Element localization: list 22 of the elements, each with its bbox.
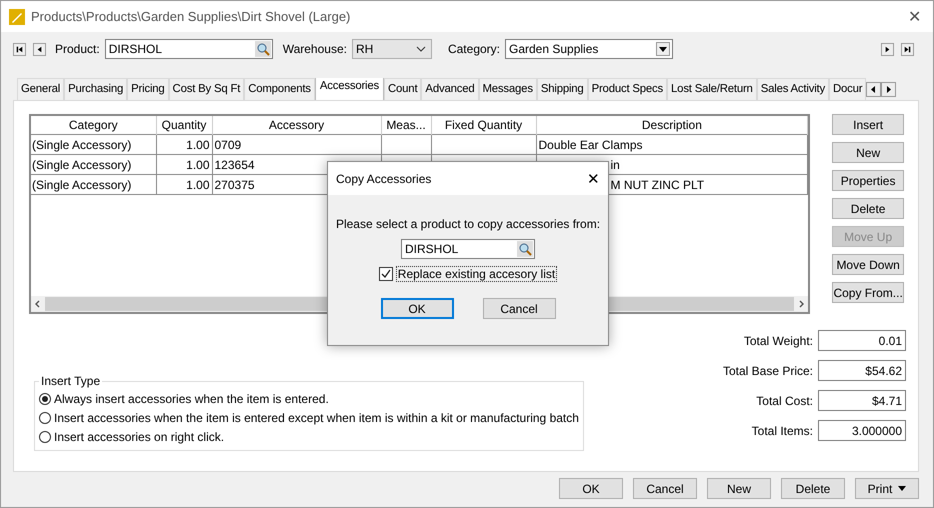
category-label: Category: (448, 42, 500, 56)
table-cell: 1.00 (156, 154, 212, 174)
total-field: 3.000000 (818, 420, 906, 441)
total-field: $54.62 (818, 360, 906, 381)
total-label: Total Weight: (744, 334, 813, 348)
table-cell: (Single Accessory) (31, 154, 156, 174)
table-cell: (Single Accessory) (31, 174, 156, 194)
total-field: $4.71 (818, 390, 906, 411)
group-title: Insert Type (40, 374, 102, 388)
table-cell: 0709 (212, 134, 381, 154)
total-label: Total Items: (752, 424, 813, 438)
table-cell: Double Ear Clamps (536, 134, 808, 154)
table-cell: 1.00 (156, 174, 212, 194)
total-label: Total Base Price: (722, 364, 813, 378)
total-field: 0.01 (818, 330, 906, 351)
dialog-prompt: Please select a product to copy accessories from: (336, 217, 600, 231)
total-label: Total Cost: (756, 394, 813, 408)
table-cell: (Single Accessory) (31, 134, 156, 154)
window-title: Products\Products\Garden Supplies\Dirt Shovel (Large) (31, 9, 352, 24)
table-cell: 1.00 (156, 134, 212, 154)
warehouse-label: Warehouse: (282, 42, 347, 56)
product-label: Product: (55, 42, 100, 56)
